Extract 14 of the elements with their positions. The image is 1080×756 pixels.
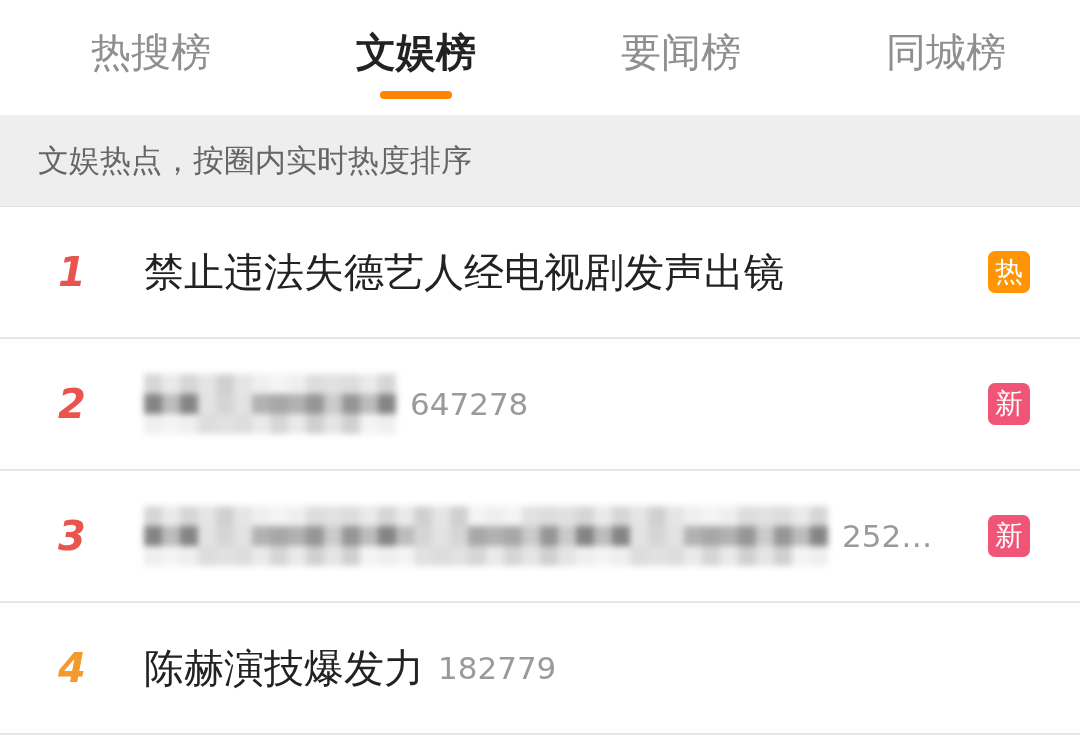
rank-number: 2 — [57, 381, 87, 427]
list-description: 文娱热点，按圈内实时热度排序 — [38, 140, 472, 180]
status-badge: 热 — [988, 251, 1030, 293]
headline-link[interactable]: 禁止违法失德艺人经电视剧发声出镜 — [144, 244, 784, 300]
heat-count: 252… — [842, 518, 933, 554]
status-badge: 新 — [988, 515, 1030, 557]
rank-number: 4 — [57, 645, 87, 691]
rank-number: 3 — [57, 513, 87, 559]
heat-count: 182779 — [438, 650, 557, 686]
tab[interactable]: 文娱榜 — [355, 28, 476, 76]
heat-count: 647278 — [410, 386, 529, 422]
rank-number: 1 — [57, 249, 87, 295]
status-badge: 新 — [988, 383, 1030, 425]
headline-link[interactable]: 陈赫演技爆发力 — [144, 640, 424, 696]
